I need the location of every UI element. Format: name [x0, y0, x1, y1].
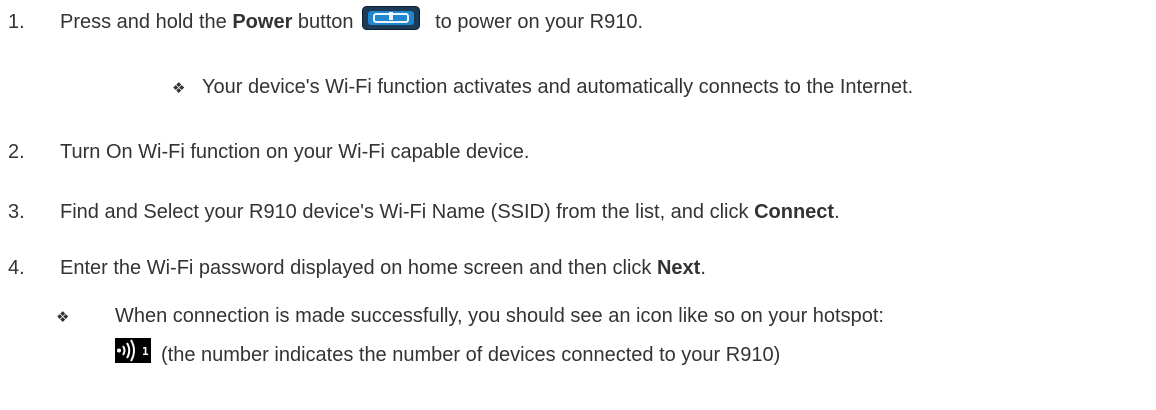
bullet-icon: ❖ — [56, 308, 70, 326]
step-text: to power on your R910. — [429, 11, 644, 33]
step-text: . — [700, 257, 706, 279]
step-number: 2. — [8, 141, 25, 163]
step-text: . — [834, 201, 840, 223]
step-number: 4. — [8, 257, 25, 279]
step-text: Enter the Wi-Fi password displayed on ho… — [60, 257, 657, 279]
step-bold: Connect — [754, 201, 835, 223]
step-text: Turn On Wi-Fi function on your Wi-Fi cap… — [60, 141, 530, 163]
step-number: 1. — [8, 11, 25, 33]
note-text: Your device's Wi-Fi function activates a… — [202, 76, 914, 98]
step-bold: Next — [656, 257, 701, 279]
step-text: Press and hold the — [60, 11, 233, 33]
note-text: When connection is made successfully, yo… — [115, 305, 884, 327]
power-button-icon — [361, 5, 420, 30]
connected-count: 1 — [142, 345, 149, 358]
bullet-icon: ❖ — [172, 79, 186, 97]
wifi-connected-icon: 1 — [115, 338, 151, 363]
step-number: 3. — [8, 201, 25, 223]
step-text: Find and Select your R910 device's Wi-Fi… — [60, 201, 755, 223]
step-bold: Power — [232, 11, 293, 33]
step-text: button — [292, 11, 354, 33]
caption-text: (the number indicates the number of devi… — [161, 344, 781, 366]
